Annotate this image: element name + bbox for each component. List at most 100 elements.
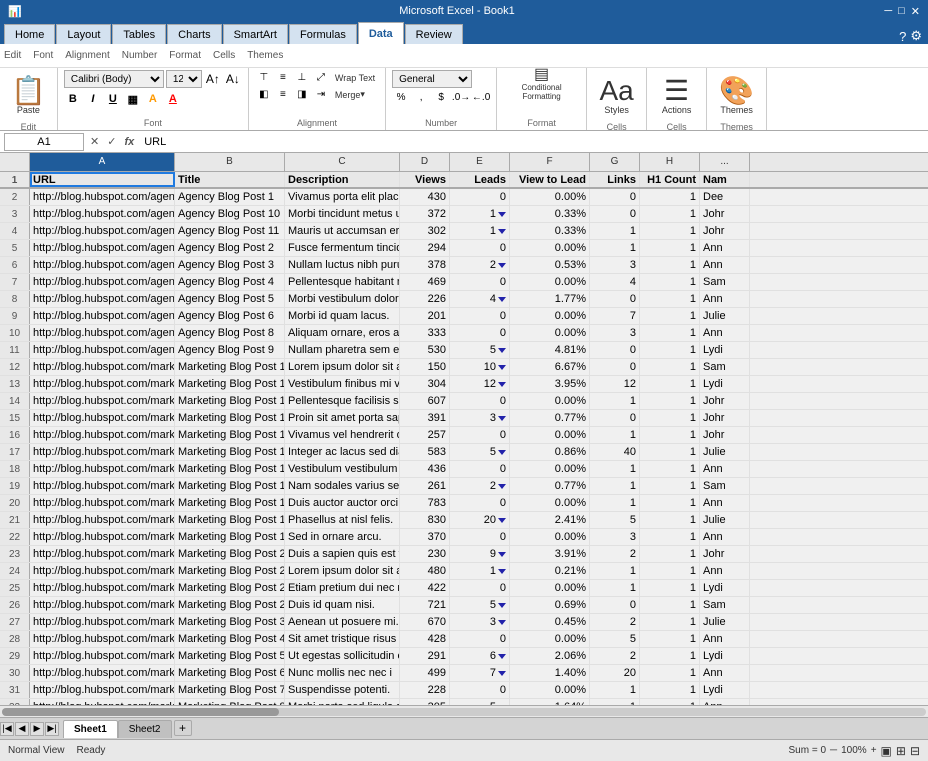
row-num-28[interactable]: 28 xyxy=(0,631,30,647)
table-cell[interactable]: Ann xyxy=(700,257,750,273)
table-cell[interactable]: 0.53% xyxy=(510,257,590,273)
themes-button[interactable]: 🎨 Themes xyxy=(714,70,759,122)
table-cell[interactable]: 0 xyxy=(450,393,510,409)
table-cell[interactable]: 0 xyxy=(590,291,640,307)
table-cell[interactable]: Marketing Blog Post 20 xyxy=(175,563,285,579)
table-cell[interactable]: Ann xyxy=(700,631,750,647)
table-cell[interactable]: Lydi xyxy=(700,580,750,596)
table-cell[interactable]: 7 xyxy=(450,665,510,681)
row-num-17[interactable]: 17 xyxy=(0,444,30,460)
table-cell[interactable]: 1 xyxy=(590,223,640,239)
table-cell[interactable]: 0.00% xyxy=(510,189,590,205)
table-cell[interactable]: Ann xyxy=(700,240,750,256)
table-cell[interactable]: Dee xyxy=(700,189,750,205)
row-num-15[interactable]: 15 xyxy=(0,410,30,426)
table-cell[interactable]: Marketing Blog Post 16 xyxy=(175,478,285,494)
table-cell[interactable]: 0 xyxy=(590,206,640,222)
table-cell[interactable]: 1 xyxy=(640,614,700,630)
table-cell[interactable]: 1 xyxy=(640,597,700,613)
table-cell[interactable]: Vestibulum vestibulum xyxy=(285,461,400,477)
table-cell[interactable]: 3 xyxy=(590,325,640,341)
row-num-16[interactable]: 16 xyxy=(0,427,30,443)
tab-home[interactable]: Home xyxy=(4,24,55,44)
table-cell[interactable]: 1 xyxy=(590,240,640,256)
table-cell[interactable]: 1 xyxy=(640,206,700,222)
table-cell[interactable]: http://blog.hubspot.com/agency/blog-post… xyxy=(30,291,175,307)
table-cell[interactable]: Proin sit amet porta sap xyxy=(285,410,400,426)
table-cell[interactable]: 0 xyxy=(450,495,510,511)
table-cell[interactable]: 5 xyxy=(450,597,510,613)
table-cell[interactable]: 305 xyxy=(400,699,450,705)
table-cell[interactable]: Johr xyxy=(700,223,750,239)
cell-F1[interactable]: View to Lead xyxy=(510,172,590,187)
table-cell[interactable]: 1 xyxy=(640,189,700,205)
row-num-21[interactable]: 21 xyxy=(0,512,30,528)
table-cell[interactable]: 4.81% xyxy=(510,342,590,358)
table-cell[interactable]: Johr xyxy=(700,393,750,409)
table-cell[interactable]: 1 xyxy=(640,631,700,647)
table-cell[interactable]: Marketing Blog Post 17 xyxy=(175,495,285,511)
table-cell[interactable]: Duis auctor auctor orci, xyxy=(285,495,400,511)
table-cell[interactable]: Morbi tincidunt metus u xyxy=(285,206,400,222)
table-cell[interactable]: 0.00% xyxy=(510,631,590,647)
table-cell[interactable]: 1 xyxy=(640,410,700,426)
table-cell[interactable]: 1 xyxy=(640,427,700,443)
styles-button[interactable]: Aa Styles xyxy=(594,70,638,122)
tab-layout[interactable]: Layout xyxy=(56,24,111,44)
table-cell[interactable]: http://blog.hubspot.com/agency/blog-post… xyxy=(30,257,175,273)
table-cell[interactable]: 1 xyxy=(590,682,640,698)
table-cell[interactable]: Ann xyxy=(700,529,750,545)
table-cell[interactable]: Agency Blog Post 9 xyxy=(175,342,285,358)
table-cell[interactable]: 1.40% xyxy=(510,665,590,681)
font-color-button[interactable]: A xyxy=(164,90,182,108)
table-cell[interactable]: 2.06% xyxy=(510,648,590,664)
table-cell[interactable]: http://blog.hubspot.com/marketing/blog-p… xyxy=(30,682,175,698)
table-cell[interactable]: 6.67% xyxy=(510,359,590,375)
table-cell[interactable]: Sam xyxy=(700,359,750,375)
table-cell[interactable]: 2 xyxy=(450,257,510,273)
sheet-next-btn[interactable]: ▶ xyxy=(30,722,44,736)
table-cell[interactable]: 1 xyxy=(640,699,700,705)
table-cell[interactable]: 3.95% xyxy=(510,376,590,392)
table-cell[interactable]: 0.00% xyxy=(510,529,590,545)
table-cell[interactable]: http://blog.hubspot.com/marketing/blog-p… xyxy=(30,359,175,375)
horizontal-scrollbar[interactable] xyxy=(0,705,928,717)
table-cell[interactable]: 0.33% xyxy=(510,206,590,222)
table-cell[interactable]: Marketing Blog Post 15 xyxy=(175,461,285,477)
table-cell[interactable]: 1 xyxy=(640,342,700,358)
table-cell[interactable]: 583 xyxy=(400,444,450,460)
currency-btn[interactable]: $ xyxy=(432,90,450,105)
table-cell[interactable]: Marketing Blog Post 1 xyxy=(175,359,285,375)
table-cell[interactable]: 20 xyxy=(450,512,510,528)
table-cell[interactable]: Ann xyxy=(700,291,750,307)
table-cell[interactable]: Ann xyxy=(700,665,750,681)
table-cell[interactable]: 228 xyxy=(400,682,450,698)
table-cell[interactable]: http://blog.hubspot.com/marketing/blog-p… xyxy=(30,376,175,392)
table-cell[interactable]: http://blog.hubspot.com/marketing/blog-p… xyxy=(30,614,175,630)
table-cell[interactable]: Ann xyxy=(700,563,750,579)
angle-text-btn[interactable]: ⤢ xyxy=(312,70,330,85)
table-cell[interactable]: 0.00% xyxy=(510,427,590,443)
table-cell[interactable]: 304 xyxy=(400,376,450,392)
formula-input[interactable] xyxy=(140,136,924,148)
table-cell[interactable]: Vivamus porta elit place xyxy=(285,189,400,205)
row-num-3[interactable]: 3 xyxy=(0,206,30,222)
table-cell[interactable]: Morbi id quam lacus. xyxy=(285,308,400,324)
tab-formulas[interactable]: Formulas xyxy=(289,24,357,44)
table-cell[interactable]: Ann xyxy=(700,495,750,511)
table-cell[interactable]: Marketing Blog Post 18 xyxy=(175,512,285,528)
table-cell[interactable]: 0.00% xyxy=(510,325,590,341)
table-cell[interactable]: 1 xyxy=(640,223,700,239)
col-header-A[interactable]: A xyxy=(30,153,175,171)
table-cell[interactable]: Marketing Blog Post 10 xyxy=(175,376,285,392)
table-cell[interactable]: 430 xyxy=(400,189,450,205)
row-num-20[interactable]: 20 xyxy=(0,495,30,511)
view-normal-btn[interactable]: ▣ xyxy=(881,744,892,758)
table-cell[interactable]: 150 xyxy=(400,359,450,375)
scrollbar-thumb[interactable] xyxy=(2,708,279,716)
table-cell[interactable]: 12 xyxy=(590,376,640,392)
row-num-6[interactable]: 6 xyxy=(0,257,30,273)
table-cell[interactable]: Nam sodales varius ser xyxy=(285,478,400,494)
fill-color-button[interactable]: A xyxy=(144,90,162,108)
table-cell[interactable]: 1 xyxy=(640,444,700,460)
